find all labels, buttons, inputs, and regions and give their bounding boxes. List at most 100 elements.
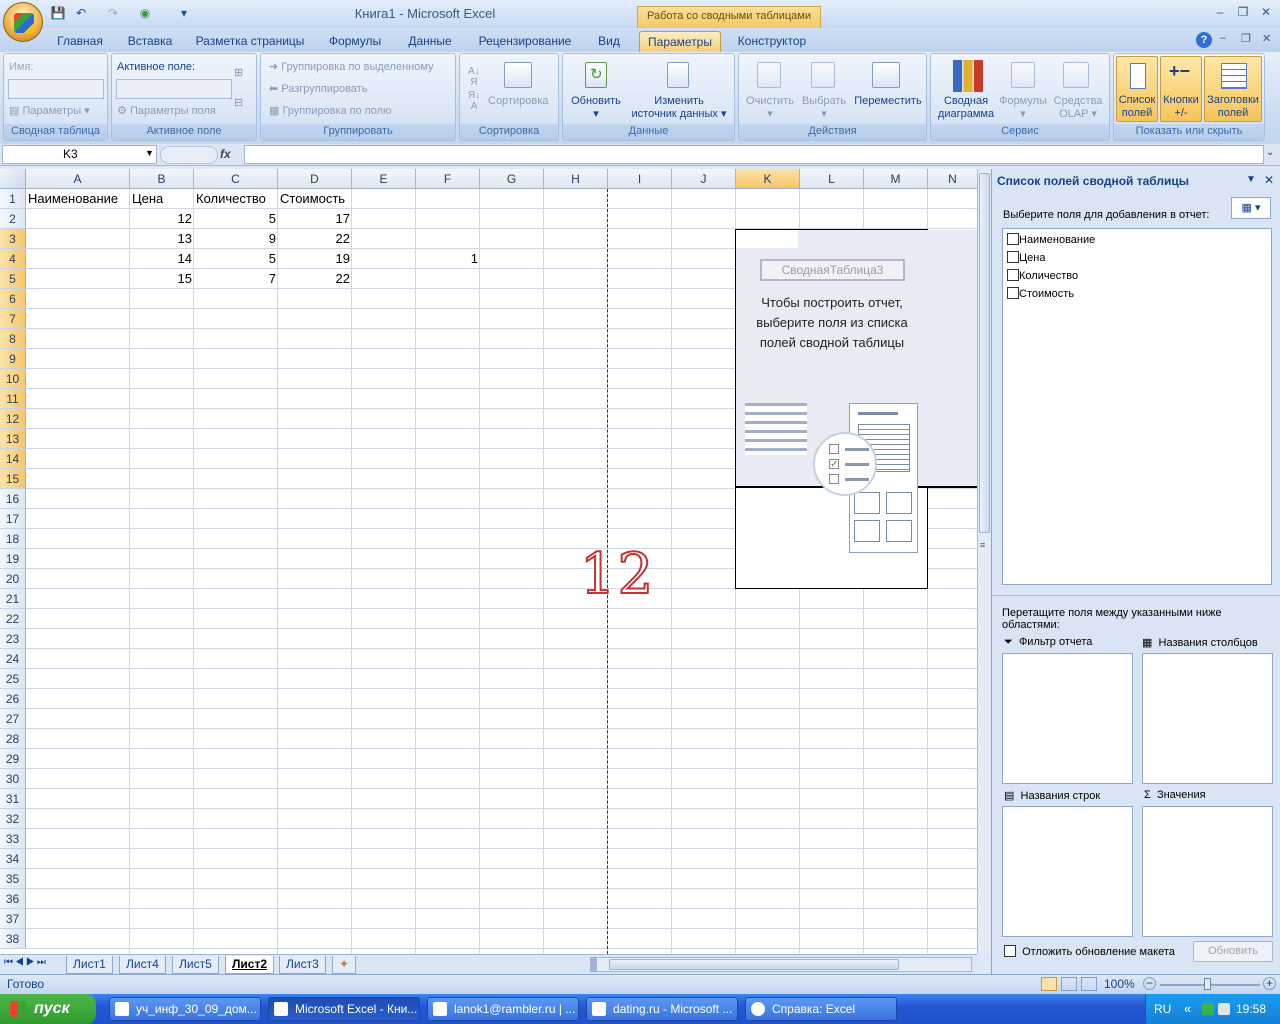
cell-C4[interactable]: 5 [194, 249, 278, 269]
column-header-F[interactable]: F [416, 169, 480, 189]
save-icon[interactable]: 💾 [50, 5, 66, 21]
rows-drop-area[interactable] [1002, 806, 1133, 937]
cell-D4[interactable]: 19 [278, 249, 352, 269]
refresh-button[interactable]: Обновить ▾ [567, 95, 625, 121]
office-button[interactable] [3, 2, 43, 42]
expand-field-icon[interactable]: ⊞ [234, 66, 243, 79]
selected-cell-K3[interactable] [736, 230, 798, 248]
tab-view[interactable]: Вид [592, 31, 626, 52]
row-header-2[interactable]: 2 [0, 209, 26, 229]
layout-dropdown[interactable]: ▦ ▾ [1231, 197, 1271, 219]
row-header-23[interactable]: 23 [0, 629, 26, 649]
circle-icon[interactable]: ◉ [137, 5, 153, 21]
formula-expand-icon[interactable]: ⌄ [1266, 147, 1274, 158]
defer-checkbox-icon[interactable] [1004, 945, 1016, 957]
row-header-16[interactable]: 16 [0, 489, 26, 509]
ribbon-restore-icon[interactable]: ❐ [1241, 32, 1251, 45]
row-header-4[interactable]: 4 [0, 249, 26, 269]
group-selection-button[interactable]: ➜ Группировка по выделенному [269, 61, 434, 74]
column-header-N[interactable]: N [928, 169, 977, 189]
sort-button[interactable]: Сортировка [488, 95, 548, 108]
plus-minus-button[interactable]: +− Кнопки +/- [1160, 56, 1202, 122]
cell-D2[interactable]: 17 [278, 209, 352, 229]
collapse-field-icon[interactable]: ⊟ [234, 96, 243, 109]
splitter-handle-icon[interactable]: ≡ [980, 540, 985, 550]
column-header-K[interactable]: K [736, 169, 800, 189]
row-header-6[interactable]: 6 [0, 289, 26, 309]
close-icon[interactable]: ✕ [1255, 4, 1277, 20]
sheet-tab-4[interactable]: Лист4 [119, 956, 166, 974]
sort-za-icon[interactable]: Я↓ А [468, 90, 480, 112]
active-field-input[interactable] [116, 79, 232, 99]
tab-design[interactable]: Конструктор [730, 31, 814, 52]
field-item[interactable]: Стоимость [1007, 287, 1074, 300]
redo-icon[interactable]: ↷ [105, 5, 121, 21]
horizontal-scrollbar[interactable] [596, 957, 972, 972]
cell-C1[interactable]: Количество [194, 189, 278, 209]
pivot-name-input[interactable] [8, 79, 104, 99]
row-header-10[interactable]: 10 [0, 369, 26, 389]
start-button[interactable]: пуск [0, 994, 96, 1024]
task-word[interactable]: уч_инф_30_09_дом... [109, 997, 261, 1021]
fx-icon[interactable]: fx [220, 147, 240, 163]
column-header-M[interactable]: M [864, 169, 928, 189]
zoom-out-icon[interactable]: − [1143, 977, 1156, 990]
column-header-I[interactable]: I [608, 169, 672, 189]
filter-drop-area[interactable] [1002, 653, 1133, 784]
cell-D1[interactable]: Стоимость [278, 189, 352, 209]
tray-arrow-icon[interactable]: « [1184, 994, 1191, 1024]
cell-C5[interactable]: 7 [194, 269, 278, 289]
row-header-36[interactable]: 36 [0, 889, 26, 909]
values-drop-area[interactable] [1142, 806, 1273, 937]
row-header-31[interactable]: 31 [0, 789, 26, 809]
row-header-33[interactable]: 33 [0, 829, 26, 849]
cell-B1[interactable]: Цена [130, 189, 194, 209]
zoom-in-icon[interactable]: + [1263, 977, 1276, 990]
row-header-5[interactable]: 5 [0, 269, 26, 289]
sheet-tab-5[interactable]: Лист5 [172, 956, 219, 974]
name-box[interactable]: K3 [2, 145, 157, 164]
row-header-21[interactable]: 21 [0, 589, 26, 609]
column-header-C[interactable]: C [194, 169, 278, 189]
row-header-38[interactable]: 38 [0, 929, 26, 949]
row-header-25[interactable]: 25 [0, 669, 26, 689]
row-header-3[interactable]: 3 [0, 229, 26, 249]
insert-sheet-icon[interactable]: ✦ [332, 956, 357, 974]
clear-button[interactable]: Очистить ▾ [743, 95, 797, 121]
ribbon-close-icon[interactable]: ✕ [1262, 32, 1271, 45]
formulas-button[interactable]: Формулы ▾ [997, 95, 1049, 121]
pivot-params-button[interactable]: ▤ Параметры ▾ [9, 105, 90, 118]
field-item[interactable]: Наименование [1007, 233, 1095, 246]
move-button[interactable]: Переместить [851, 95, 925, 108]
page-break-view-icon[interactable] [1081, 977, 1097, 991]
row-header-13[interactable]: 13 [0, 429, 26, 449]
sheet-nav-icons[interactable]: ⏮◀▶⏭ [4, 957, 48, 968]
tab-page-layout[interactable]: Разметка страницы [192, 31, 308, 52]
h-scroll-thumb[interactable] [609, 959, 899, 970]
cell-B3[interactable]: 13 [130, 229, 194, 249]
column-header-J[interactable]: J [672, 169, 736, 189]
cell-C2[interactable]: 5 [194, 209, 278, 229]
cell-B2[interactable]: 12 [130, 209, 194, 229]
page-layout-view-icon[interactable] [1061, 977, 1077, 991]
sheet-tab-3[interactable]: Лист3 [279, 956, 326, 974]
group-field-button[interactable]: ▦ Группировка по полю [269, 105, 391, 118]
cell-B5[interactable]: 15 [130, 269, 194, 289]
olap-button[interactable]: Средства OLAP ▾ [1049, 95, 1107, 121]
cell-A1[interactable]: Наименование [26, 189, 130, 209]
normal-view-icon[interactable] [1041, 977, 1057, 991]
formula-input[interactable] [244, 145, 1264, 164]
cell-D5[interactable]: 22 [278, 269, 352, 289]
column-header-B[interactable]: B [130, 169, 194, 189]
language-indicator[interactable]: RU [1154, 994, 1171, 1024]
column-header-A[interactable]: A [26, 169, 130, 189]
field-list-button[interactable]: Список полей [1116, 56, 1158, 122]
row-header-29[interactable]: 29 [0, 749, 26, 769]
zoom-level[interactable]: 100% [1104, 977, 1135, 991]
minimize-icon[interactable]: – [1209, 4, 1231, 20]
tab-formulas[interactable]: Формулы [322, 31, 388, 52]
field-params-button[interactable]: ⚙ Параметры поля [117, 105, 216, 118]
field-item[interactable]: Количество [1007, 269, 1078, 282]
cell-C3[interactable]: 9 [194, 229, 278, 249]
task-excel[interactable]: Microsoft Excel - Кни... [268, 997, 420, 1021]
